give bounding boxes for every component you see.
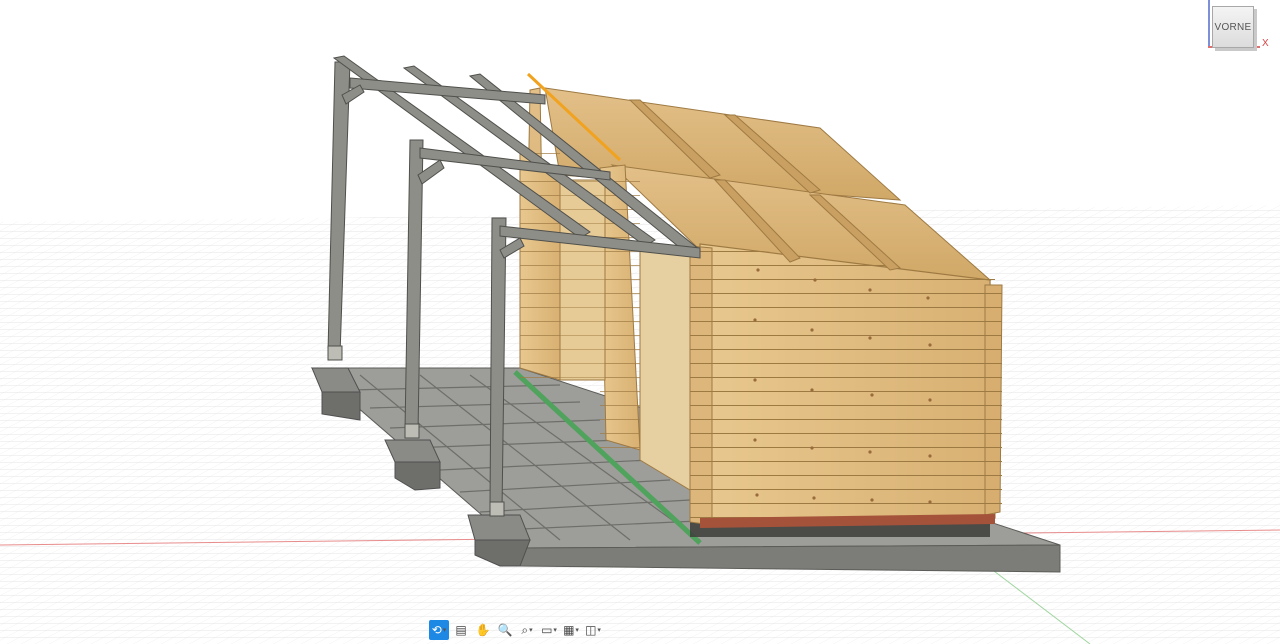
z-axis-indicator bbox=[1208, 0, 1210, 48]
hand-icon: ✋ bbox=[475, 623, 491, 637]
view-cube-front-face[interactable]: VORNE bbox=[1212, 6, 1254, 48]
look-at-icon: ▤ bbox=[455, 623, 467, 637]
chevron-down-icon: ▾ bbox=[553, 627, 557, 634]
3d-viewport[interactable] bbox=[0, 0, 1280, 644]
grid-settings-button[interactable]: ▦ ▾ bbox=[561, 620, 581, 640]
log-wall-left-side bbox=[519, 149, 561, 381]
monitor-icon: ▭ bbox=[541, 623, 553, 637]
navigation-toolbar: ⟲ ▾ ▤ ✋ 🔍 ⌕ ▾ ▭ ▾ ▦ ▾ ◫ ▾ bbox=[429, 620, 603, 640]
zoom-icon: 🔍 bbox=[497, 623, 513, 637]
zoom-button[interactable]: 🔍 bbox=[495, 620, 515, 640]
x-axis-label: X bbox=[1262, 38, 1269, 49]
viewports-icon: ◫ bbox=[585, 623, 597, 637]
chevron-down-icon: ▾ bbox=[529, 627, 533, 634]
orbit-icon: ⟲ bbox=[431, 623, 442, 637]
grid-icon: ▦ bbox=[563, 623, 575, 637]
log-wall-front bbox=[689, 243, 1003, 528]
view-cube[interactable]: VORNE X bbox=[1200, 0, 1280, 56]
chevron-down-icon: ▾ bbox=[442, 627, 447, 634]
display-settings-button[interactable]: ▭ ▾ bbox=[539, 620, 559, 640]
fit-button[interactable]: ⌕ ▾ bbox=[517, 620, 537, 640]
pan-button[interactable]: ✋ bbox=[473, 620, 493, 640]
viewports-button[interactable]: ◫ ▾ bbox=[583, 620, 603, 640]
zoom-fit-icon: ⌕ bbox=[521, 622, 529, 637]
chevron-down-icon: ▾ bbox=[575, 627, 579, 634]
look-at-button[interactable]: ▤ bbox=[451, 620, 471, 640]
orbit-tool-button[interactable]: ⟲ ▾ bbox=[429, 620, 449, 640]
chevron-down-icon: ▾ bbox=[597, 627, 601, 634]
